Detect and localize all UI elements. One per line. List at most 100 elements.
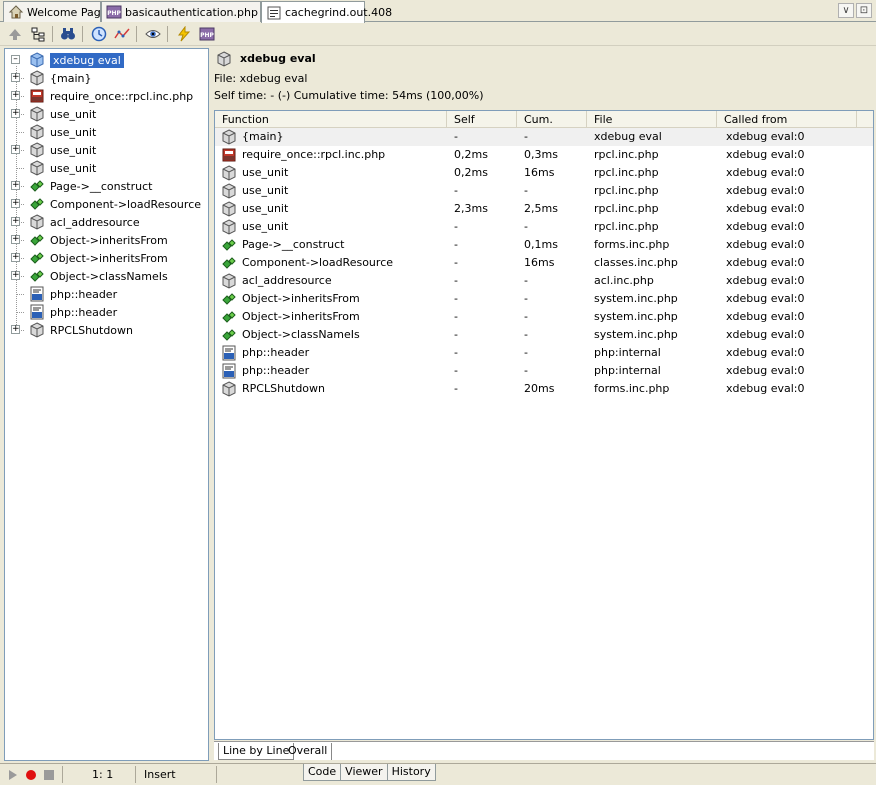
table-row[interactable]: Object->inheritsFrom - - system.inc.php xdeb… — [215, 290, 873, 308]
cell-function: acl_addresource — [221, 272, 332, 290]
php-internal-icon — [30, 304, 44, 320]
tree-item[interactable]: + use_unit — [11, 141, 97, 159]
column-header-called-from[interactable]: Called from — [717, 111, 857, 128]
cell-self: 0,2ms — [454, 148, 488, 161]
tab-code[interactable]: Code — [303, 764, 342, 781]
tab-line-by-line[interactable]: Line by Line — [218, 743, 295, 760]
cell-function: php::header — [221, 362, 309, 380]
php-button[interactable]: PHP — [197, 25, 217, 43]
tree-root[interactable]: – xdebug eval — [11, 51, 124, 69]
tree-item-label: use_unit — [50, 125, 97, 139]
tree-item-label: Page->__construct — [50, 179, 153, 193]
graph-button[interactable] — [112, 25, 132, 43]
cell-self: - — [454, 274, 458, 287]
up-button[interactable] — [5, 25, 25, 43]
expand-toggle[interactable]: + — [11, 181, 20, 190]
php-internal-icon — [222, 345, 236, 361]
tab-cachegrind[interactable]: cachegrind.out.408 — [261, 1, 392, 23]
cell-self: - — [454, 364, 458, 377]
column-header-function[interactable]: Function — [215, 111, 447, 128]
cachegrind-file-icon — [267, 6, 281, 19]
table-row[interactable]: require_once::rpcl.inc.php 0,2ms 0,3ms rpcl… — [215, 146, 873, 164]
tree-item[interactable]: php::header — [16, 285, 117, 303]
table-row[interactable]: use_unit - - rpcl.inc.php xdebug eval:0 — [215, 218, 873, 236]
tree-item[interactable]: + require_once::rpcl.inc.php — [11, 87, 193, 105]
record-button[interactable] — [25, 769, 37, 784]
table-row[interactable]: Component->loadResource - 16ms classes.inc.… — [215, 254, 873, 272]
tree-item-label: use_unit — [50, 161, 97, 175]
tree-item[interactable]: php::header — [16, 303, 117, 321]
table-row[interactable]: Object->classNameIs - - system.inc.php xdebu… — [215, 326, 873, 344]
method-icon — [30, 270, 44, 282]
table-row[interactable]: php::header - - php:internal xdebug eval:0 — [215, 362, 873, 380]
tab-overall[interactable]: Overall — [284, 743, 333, 760]
table-row[interactable]: use_unit 0,2ms 16ms rpcl.inc.php xdebug eval… — [215, 164, 873, 182]
column-header-file[interactable]: File — [587, 111, 717, 128]
expand-toggle[interactable]: + — [11, 91, 20, 100]
method-icon — [222, 239, 236, 251]
tab-viewer[interactable]: Viewer — [340, 764, 388, 781]
column-header-cum[interactable]: Cum. — [517, 111, 587, 128]
tree-item[interactable]: + RPCLShutdown — [11, 321, 133, 339]
table-row[interactable]: acl_addresource - - acl.inc.php xdebug eval:… — [215, 272, 873, 290]
tab-label: basicauthentication.php — [125, 5, 258, 19]
tree-item[interactable]: + Object->classNameIs — [11, 267, 168, 285]
hierarchy-button[interactable] — [28, 25, 48, 43]
expand-toggle[interactable]: + — [11, 145, 20, 154]
function-name: use_unit — [242, 202, 289, 215]
find-button[interactable] — [58, 25, 78, 43]
cell-called-from: xdebug eval:0 — [726, 220, 805, 233]
tree-item[interactable]: + Object->inheritsFrom — [11, 231, 168, 249]
tree-item[interactable]: + Object->inheritsFrom — [11, 249, 168, 267]
bottom-tabs: Code Viewer History — [303, 764, 436, 781]
binoculars-icon — [61, 28, 75, 40]
tree-item[interactable]: + Page->__construct — [11, 177, 153, 195]
expand-toggle[interactable]: + — [11, 235, 20, 244]
cell-file: rpcl.inc.php — [594, 184, 659, 197]
cell-file: rpcl.inc.php — [594, 166, 659, 179]
stop-button[interactable] — [43, 769, 55, 784]
tab-welcome-page[interactable]: Welcome Page — [3, 1, 107, 22]
maximize-button[interactable]: ⊡ — [856, 3, 872, 18]
expand-toggle[interactable]: + — [11, 217, 20, 226]
view-button[interactable] — [143, 25, 163, 43]
expand-toggle[interactable]: + — [11, 325, 20, 334]
tree-item-label: use_unit — [50, 143, 97, 157]
play-button[interactable] — [8, 769, 18, 784]
tree-item[interactable]: use_unit — [16, 159, 97, 177]
table-row[interactable]: use_unit 2,3ms 2,5ms rpcl.inc.php xdebug eva… — [215, 200, 873, 218]
expand-toggle[interactable]: + — [11, 109, 20, 118]
expand-toggle[interactable]: + — [11, 271, 20, 280]
insert-mode: Insert — [144, 768, 176, 781]
expand-toggle[interactable]: + — [11, 73, 20, 82]
expand-toggle[interactable]: + — [11, 199, 20, 208]
php-file-icon: PHP — [106, 5, 122, 19]
tree-item[interactable]: + use_unit — [11, 105, 96, 123]
tree-connector — [16, 168, 24, 169]
tab-basicauthentication[interactable]: PHP basicauthentication.php — [101, 1, 261, 22]
tree-item[interactable]: + {main} — [11, 69, 91, 87]
function-name: require_once::rpcl.inc.php — [242, 148, 386, 161]
cell-cum: 16ms — [524, 256, 555, 269]
tree-item[interactable]: + acl_addresource — [11, 213, 140, 231]
table-row[interactable]: Page->__construct - 0,1ms forms.inc.php xdeb… — [215, 236, 873, 254]
column-header-self[interactable]: Self — [447, 111, 517, 128]
table-row[interactable]: {main} - - xdebug eval xdebug eval:0 — [215, 128, 873, 146]
tree-item[interactable]: + Component->loadResource — [11, 195, 201, 213]
table-row[interactable]: use_unit - - rpcl.inc.php xdebug eval:0 — [215, 182, 873, 200]
cell-file: php:internal — [594, 364, 661, 377]
run-button[interactable] — [174, 25, 194, 43]
table-row[interactable]: php::header - - php:internal xdebug eval:0 — [215, 344, 873, 362]
toolbar-separator — [167, 26, 168, 42]
clock-icon — [91, 26, 107, 42]
collapse-toggle[interactable]: – — [11, 55, 20, 64]
table-row[interactable]: RPCLShutdown - 20ms forms.inc.php xdebug eva… — [215, 380, 873, 398]
status-separator — [216, 766, 217, 783]
function-name: Object->inheritsFrom — [242, 310, 360, 323]
timing-button[interactable] — [89, 25, 109, 43]
table-row[interactable]: Object->inheritsFrom - - system.inc.php xdeb… — [215, 308, 873, 326]
expand-toggle[interactable]: + — [11, 253, 20, 262]
tab-list-dropdown[interactable]: ∨ — [838, 3, 854, 18]
tab-history[interactable]: History — [386, 764, 436, 781]
tree-item[interactable]: use_unit — [16, 123, 97, 141]
